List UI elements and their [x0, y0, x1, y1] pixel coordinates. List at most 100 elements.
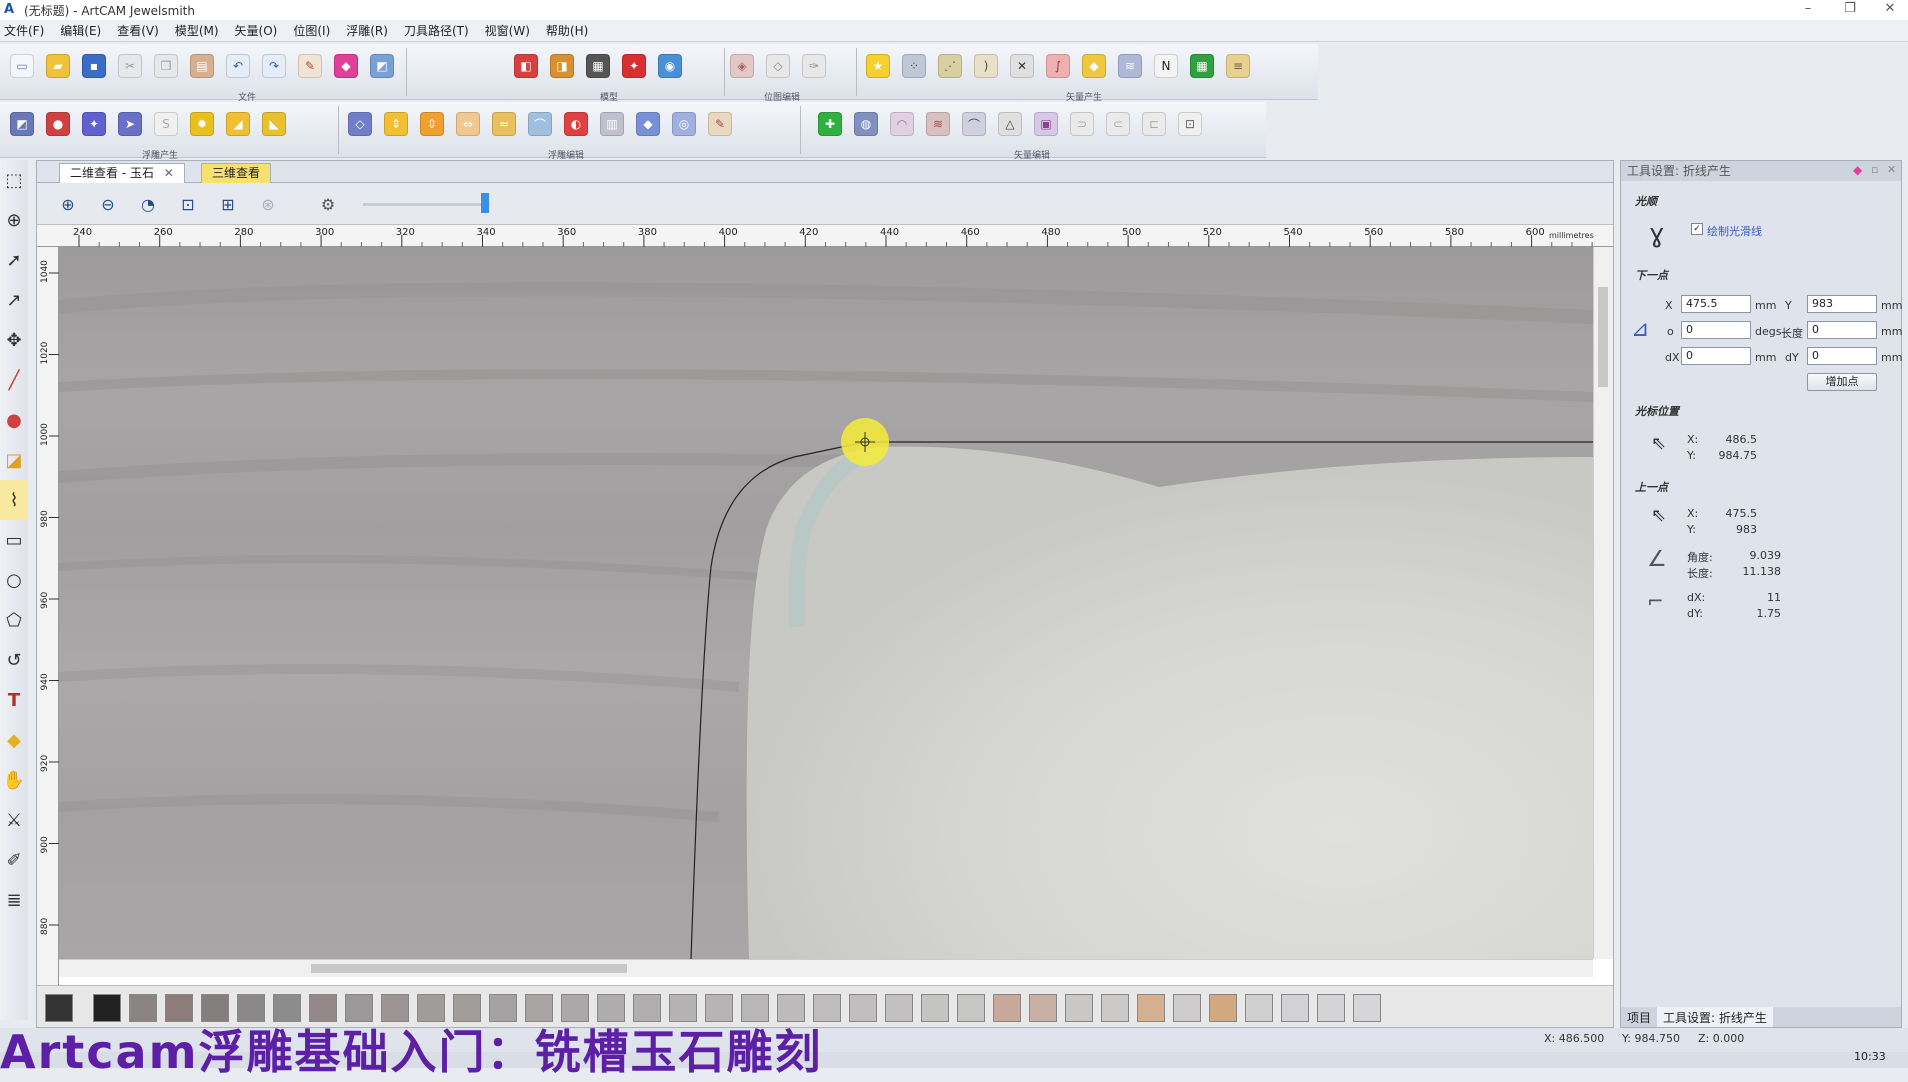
- smooth-checkbox[interactable]: ✓: [1691, 223, 1703, 235]
- menu-relief[interactable]: 浮雕(R): [346, 22, 388, 39]
- text-tool[interactable]: T: [0, 680, 28, 720]
- relief-edit-6[interactable]: ⌒: [522, 104, 558, 144]
- zoom-one-to-one-button[interactable]: ⊡: [173, 189, 203, 219]
- relief-edit-11[interactable]: ✎: [702, 104, 738, 144]
- palette-swatch[interactable]: [849, 994, 877, 1022]
- node-edit-tool[interactable]: ↗: [0, 280, 28, 320]
- vector-edit-2[interactable]: ◍: [848, 104, 884, 144]
- arc-tool[interactable]: ↺: [0, 640, 28, 680]
- zoom-previous-button[interactable]: ◔: [133, 189, 163, 219]
- palette-swatch[interactable]: [1353, 994, 1381, 1022]
- copy-button[interactable]: ❐: [148, 46, 184, 86]
- vector-tool-1[interactable]: ★: [860, 46, 896, 86]
- palette-swatch[interactable]: [1065, 994, 1093, 1022]
- vector-edit-4[interactable]: ≋: [920, 104, 956, 144]
- bitmap-tool-3[interactable]: ✑: [796, 46, 832, 86]
- contrast-slider-thumb[interactable]: [481, 193, 489, 213]
- relief-edit-2[interactable]: ⇕: [378, 104, 414, 144]
- palette-swatch[interactable]: [1101, 994, 1129, 1022]
- arrow-tool[interactable]: ➚: [0, 240, 28, 280]
- close-tab-icon[interactable]: ✕: [164, 166, 174, 180]
- relief-tool-8[interactable]: ◣: [256, 104, 292, 144]
- relief-edit-3[interactable]: ⇳: [414, 104, 450, 144]
- relief-edit-10[interactable]: ◎: [666, 104, 702, 144]
- contrast-slider[interactable]: [363, 203, 489, 206]
- vector-edit-6[interactable]: △: [992, 104, 1028, 144]
- model-tool-4[interactable]: ✦: [616, 46, 652, 86]
- tab-tool-settings[interactable]: 工具设置: 折线产生: [1657, 1007, 1773, 1027]
- move-tool[interactable]: ✥: [0, 320, 28, 360]
- dy-input[interactable]: 0: [1807, 347, 1877, 365]
- undo-button[interactable]: ↶: [220, 46, 256, 86]
- menu-vector[interactable]: 矢量(O): [235, 22, 278, 39]
- minimize-button[interactable]: –: [1788, 0, 1828, 20]
- tab-3d-view[interactable]: 三维查看: [201, 163, 272, 183]
- palette-swatch[interactable]: [1173, 994, 1201, 1022]
- fill-tool[interactable]: ◪: [0, 440, 28, 480]
- relief-tool-6[interactable]: ✹: [184, 104, 220, 144]
- relief-tool-7[interactable]: ◢: [220, 104, 256, 144]
- vector-edit-3[interactable]: ◠: [884, 104, 920, 144]
- relief-tool-3[interactable]: ✦: [76, 104, 112, 144]
- redo-button[interactable]: ↷: [256, 46, 292, 86]
- menu-toolpaths[interactable]: 刀具路径(T): [404, 22, 469, 39]
- tab-project[interactable]: 项目: [1621, 1007, 1657, 1027]
- vector-tool-11[interactable]: ≡: [1220, 46, 1256, 86]
- horizontal-scrollbar[interactable]: [59, 959, 1593, 977]
- menu-window[interactable]: 视窗(W): [485, 22, 530, 39]
- pin-icon[interactable]: ◆: [1853, 163, 1862, 177]
- circle-tool[interactable]: ○: [0, 560, 28, 600]
- paint-tool[interactable]: ●: [0, 400, 28, 440]
- model-tool-2[interactable]: ◨: [544, 46, 580, 86]
- relief-edit-4[interactable]: ⇔: [450, 104, 486, 144]
- vector-edit-11[interactable]: ⊡: [1172, 104, 1208, 144]
- relief-tool-2[interactable]: ●: [40, 104, 76, 144]
- relief-edit-8[interactable]: ▥: [594, 104, 630, 144]
- polygon-tool[interactable]: ⬠: [0, 600, 28, 640]
- zoom-extents-button[interactable]: ⊞: [213, 189, 243, 219]
- close-panel-icon[interactable]: ✕: [1887, 163, 1896, 176]
- gem-tool[interactable]: ◆: [0, 720, 28, 760]
- relief-tool-4[interactable]: ➤: [112, 104, 148, 144]
- vector-tool-8[interactable]: ≋: [1112, 46, 1148, 86]
- open-button[interactable]: ▰: [40, 46, 76, 86]
- restore-button[interactable]: ❐: [1830, 0, 1870, 20]
- model-tool-5[interactable]: ◉: [652, 46, 688, 86]
- save-button[interactable]: ▪: [76, 46, 112, 86]
- new-button[interactable]: ▭: [4, 46, 40, 86]
- marker-tool[interactable]: ✐: [0, 840, 28, 880]
- float-icon[interactable]: ▫: [1871, 163, 1878, 176]
- vector-tool-2[interactable]: ⁘: [896, 46, 932, 86]
- palette-swatch[interactable]: [993, 994, 1021, 1022]
- dx-input[interactable]: 0: [1681, 347, 1751, 365]
- zoom-out-button[interactable]: ⊖: [93, 189, 123, 219]
- vector-tool-5[interactable]: ✕: [1004, 46, 1040, 86]
- erase-button[interactable]: ◆: [328, 46, 364, 86]
- polyline-tool[interactable]: ⌇: [0, 480, 28, 520]
- angle-input[interactable]: 0: [1681, 321, 1751, 339]
- vector-edit-1[interactable]: ✚: [812, 104, 848, 144]
- palette-swatch[interactable]: [1281, 994, 1309, 1022]
- knife-tool[interactable]: ⚔: [0, 800, 28, 840]
- relief-edit-7[interactable]: ◐: [558, 104, 594, 144]
- relief-edit-5[interactable]: ≈: [486, 104, 522, 144]
- vertical-scrollbar[interactable]: [1593, 247, 1613, 959]
- horizontal-scroll-thumb[interactable]: [311, 964, 627, 973]
- model-tool-3[interactable]: ▦: [580, 46, 616, 86]
- length-input[interactable]: 0: [1807, 321, 1877, 339]
- palette-swatch[interactable]: [921, 994, 949, 1022]
- menu-file[interactable]: 文件(F): [4, 22, 44, 39]
- drawing-canvas[interactable]: [59, 247, 1593, 959]
- vector-tool-9[interactable]: N: [1148, 46, 1184, 86]
- layers-tool[interactable]: ≣: [0, 880, 28, 920]
- layer-settings-button[interactable]: ⚙: [313, 189, 343, 219]
- menu-model[interactable]: 模型(M): [175, 22, 219, 39]
- vector-tool-10[interactable]: ▦: [1184, 46, 1220, 86]
- relief-tool-5[interactable]: S: [148, 104, 184, 144]
- select-tool[interactable]: ⬚: [0, 160, 28, 200]
- relief-edit-9[interactable]: ◆: [630, 104, 666, 144]
- menu-edit[interactable]: 编辑(E): [60, 22, 101, 39]
- palette-swatch[interactable]: [1317, 994, 1345, 1022]
- cut-button[interactable]: ✂: [112, 46, 148, 86]
- vertical-scroll-thumb[interactable]: [1598, 287, 1608, 387]
